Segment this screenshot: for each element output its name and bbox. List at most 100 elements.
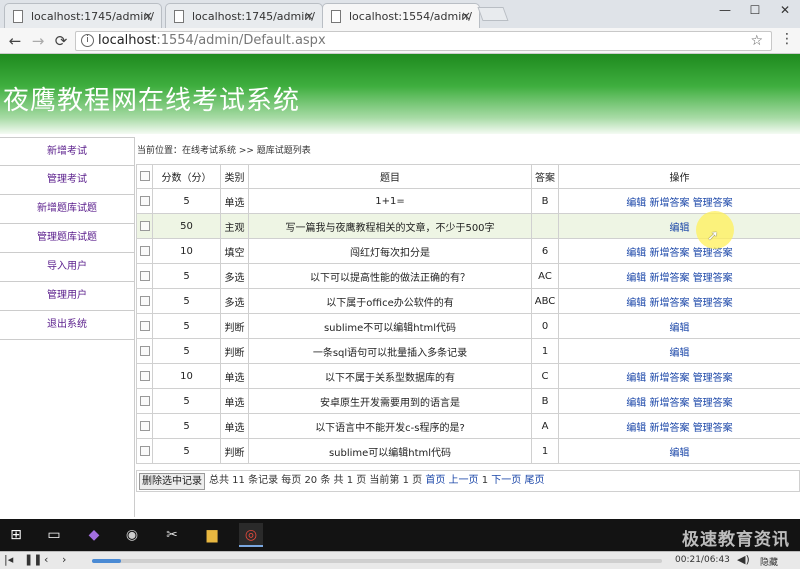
add-answer-link[interactable]: 新增答案 xyxy=(650,248,690,259)
chrome-icon[interactable]: ◎ xyxy=(239,523,263,547)
prev-page-link[interactable]: 上一页 xyxy=(449,475,479,486)
last-page-link[interactable]: 尾页 xyxy=(524,475,544,486)
browser-menu-icon[interactable]: ⋮ xyxy=(780,31,794,47)
sidebar-item-logout[interactable]: 退出系统 xyxy=(0,311,134,340)
delete-selected-button[interactable]: 删除选中记录 xyxy=(139,473,205,490)
task-view-icon[interactable]: ▭ xyxy=(42,523,66,547)
manage-answer-link[interactable]: 管理答案 xyxy=(693,198,733,209)
sidebar-item-manage-question[interactable]: 管理题库试题 xyxy=(0,224,134,253)
minimize-icon[interactable]: — xyxy=(710,0,740,20)
windows-start-icon[interactable]: ⊞ xyxy=(4,523,28,547)
answer-cell xyxy=(531,213,559,239)
hide-label[interactable]: 隐藏 xyxy=(760,555,778,568)
edit-link[interactable]: 编辑 xyxy=(626,273,646,284)
maximize-icon[interactable]: ☐ xyxy=(740,0,770,20)
edit-link[interactable]: 编辑 xyxy=(626,373,646,384)
edit-link[interactable]: 编辑 xyxy=(670,323,690,334)
add-answer-link[interactable]: 新增答案 xyxy=(650,198,690,209)
visual-studio-icon[interactable]: ◆ xyxy=(82,523,106,547)
add-answer-link[interactable]: 新增答案 xyxy=(650,423,690,434)
first-page-link[interactable]: 首页 xyxy=(425,475,445,486)
sidebar-item-add-question[interactable]: 新增题库试题 xyxy=(0,195,134,224)
tab-close-icon[interactable]: × xyxy=(304,9,314,23)
select-all-checkbox[interactable] xyxy=(139,171,150,181)
pause-icon[interactable]: ❚❚ xyxy=(24,553,42,566)
mouse-pointer-icon: ➚ xyxy=(707,228,719,244)
seek-bar[interactable] xyxy=(92,559,662,563)
manage-answer-link[interactable]: 管理答案 xyxy=(693,423,733,434)
edit-link[interactable]: 编辑 xyxy=(626,398,646,409)
folder-icon[interactable]: ▆ xyxy=(200,523,224,547)
table-header-row: 分数（分） 类别 题目 答案 操作 xyxy=(136,164,800,189)
edit-link[interactable]: 编辑 xyxy=(670,448,690,459)
manage-answer-link[interactable]: 管理答案 xyxy=(693,248,733,259)
row-checkbox[interactable] xyxy=(139,245,150,256)
edit-link[interactable]: 编辑 xyxy=(626,423,646,434)
answer-cell: C xyxy=(531,363,559,389)
edit-link[interactable]: 编辑 xyxy=(626,198,646,209)
row-checkbox[interactable] xyxy=(139,320,150,331)
col-operations: 操作 xyxy=(558,164,800,189)
type-cell: 判断 xyxy=(220,313,249,339)
edit-link[interactable]: 编辑 xyxy=(626,248,646,259)
answer-cell: 6 xyxy=(531,238,559,264)
row-checkbox[interactable] xyxy=(139,420,150,431)
forward-icon[interactable]: → xyxy=(28,31,48,51)
table-row: 5 判断 sublime可以编辑html代码 1 编辑 xyxy=(136,438,800,464)
sidebar-item-manage-exam[interactable]: 管理考试 xyxy=(0,166,134,195)
manage-answer-link[interactable]: 管理答案 xyxy=(693,373,733,384)
skip-back-icon[interactable]: |◂ xyxy=(4,553,13,566)
manage-answer-link[interactable]: 管理答案 xyxy=(693,273,733,284)
tab-close-icon[interactable]: × xyxy=(143,9,153,23)
select-cell xyxy=(136,438,153,464)
add-answer-link[interactable]: 新增答案 xyxy=(650,273,690,284)
address-bar[interactable]: i localhost:1554/admin/Default.aspx ☆ xyxy=(75,31,772,51)
bookmark-star-icon[interactable]: ☆ xyxy=(750,32,763,50)
row-checkbox[interactable] xyxy=(139,370,150,381)
select-cell xyxy=(136,238,153,264)
row-checkbox[interactable] xyxy=(139,295,150,306)
add-answer-link[interactable]: 新增答案 xyxy=(650,373,690,384)
manage-answer-link[interactable]: 管理答案 xyxy=(693,398,733,409)
table-row: 10 单选 以下不属于关系型数据库的有 C 编辑 新增答案 管理答案 xyxy=(136,363,800,389)
sidebar-item-manage-users[interactable]: 管理用户 xyxy=(0,282,134,311)
type-cell: 单选 xyxy=(220,388,249,414)
sidebar-item-add-exam[interactable]: 新增考试 xyxy=(0,137,134,166)
browser-tab-active[interactable]: localhost:1554/admin/ × xyxy=(322,3,480,28)
select-cell xyxy=(136,388,153,414)
row-checkbox[interactable] xyxy=(139,195,150,206)
pager: 删除选中记录 总共 11 条记录 每页 20 条 共 1 页 当前第 1 页 首… xyxy=(136,470,800,492)
add-answer-link[interactable]: 新增答案 xyxy=(650,398,690,409)
sidebar-item-import-users[interactable]: 导入用户 xyxy=(0,253,134,282)
browser-tab-1[interactable]: localhost:1745/admin/ × xyxy=(4,3,162,28)
reload-icon[interactable]: ⟳ xyxy=(51,31,71,51)
prev-icon[interactable]: ‹ xyxy=(44,553,48,566)
info-icon[interactable]: i xyxy=(81,34,94,47)
question-cell: 以下语言中不能开发c-s程序的是? xyxy=(248,413,532,439)
type-cell: 主观 xyxy=(220,213,249,239)
row-checkbox[interactable] xyxy=(139,395,150,406)
windows-taskbar: ⊞ ▭ ◆ ◉ ✂ ▆ ◎ 极速教育资讯 xyxy=(0,519,800,551)
media-icon[interactable]: ◉ xyxy=(120,523,144,547)
next-icon[interactable]: › xyxy=(62,553,66,566)
edit-link[interactable]: 编辑 xyxy=(670,348,690,359)
row-checkbox[interactable] xyxy=(139,270,150,281)
row-checkbox[interactable] xyxy=(139,445,150,456)
back-icon[interactable]: ← xyxy=(5,31,25,51)
edit-link[interactable]: 编辑 xyxy=(670,223,690,234)
edit-link[interactable]: 编辑 xyxy=(626,298,646,309)
playback-time: 00:21/06:43 xyxy=(675,555,730,565)
close-window-icon[interactable]: ✕ xyxy=(770,0,800,20)
question-cell: 闯红灯每次扣分是 xyxy=(248,238,532,264)
volume-icon[interactable]: ◀) xyxy=(737,553,750,566)
browser-tab-2[interactable]: localhost:1745/admin/ × xyxy=(165,3,323,28)
new-tab-button[interactable] xyxy=(477,7,509,21)
manage-answer-link[interactable]: 管理答案 xyxy=(693,298,733,309)
tool-icon[interactable]: ✂ xyxy=(160,523,184,547)
tab-close-icon[interactable]: × xyxy=(461,9,471,23)
add-answer-link[interactable]: 新增答案 xyxy=(650,298,690,309)
next-page-link[interactable]: 下一页 xyxy=(491,475,521,486)
row-checkbox[interactable] xyxy=(139,345,150,356)
question-cell: 安卓原生开发需要用到的语言是 xyxy=(248,388,532,414)
row-checkbox[interactable] xyxy=(139,220,150,231)
